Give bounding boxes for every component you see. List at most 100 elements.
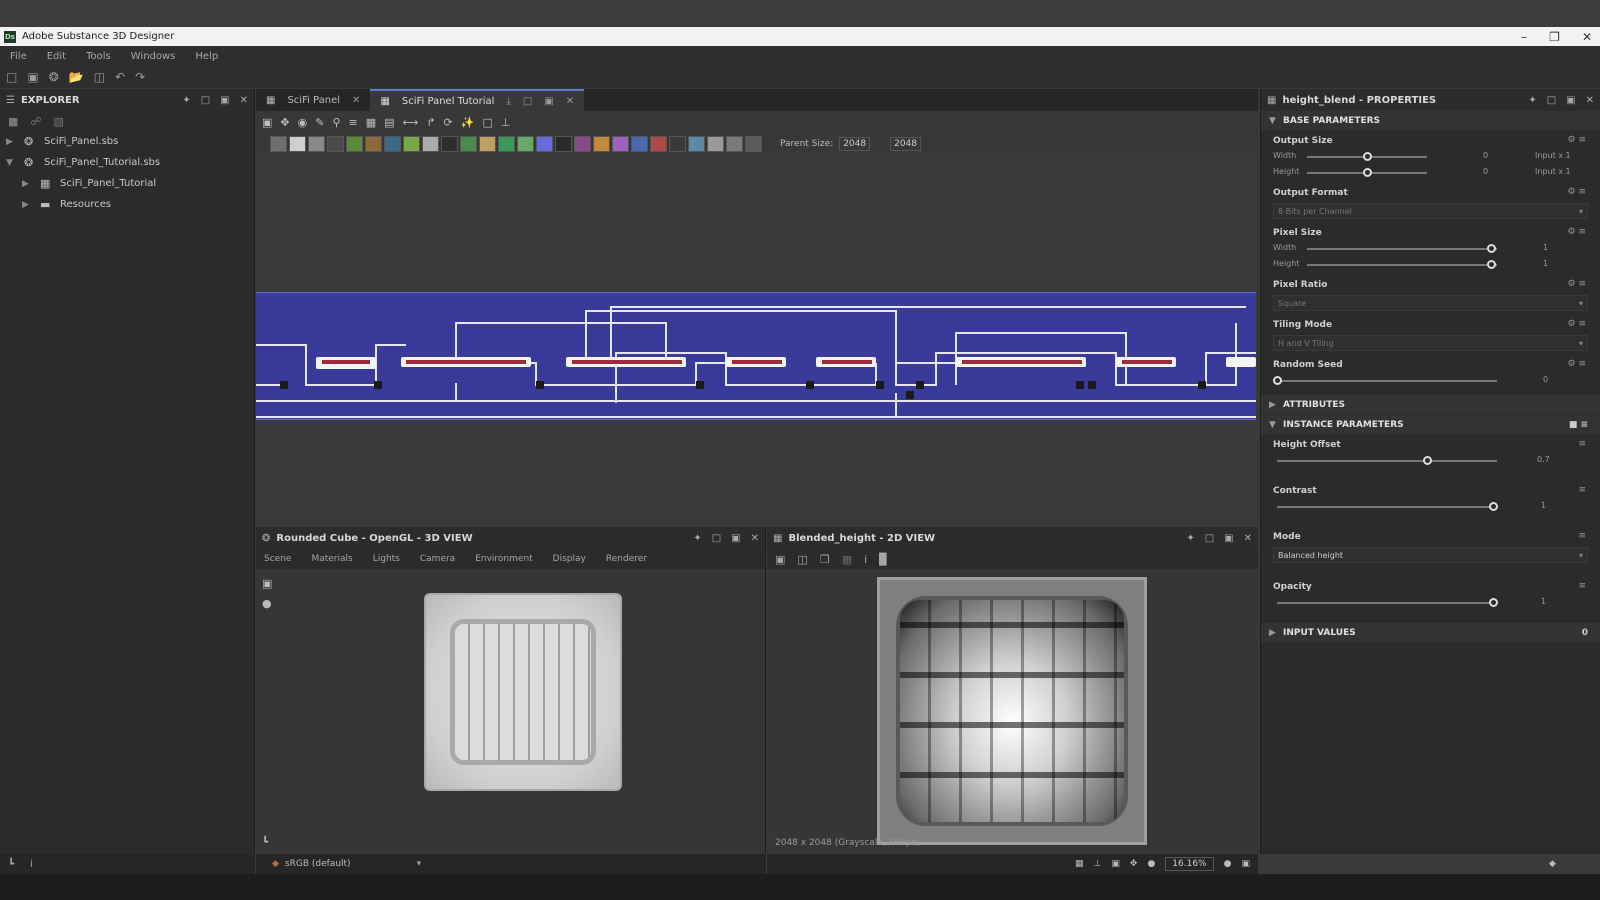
slider-value[interactable]: 0.7 [1537,455,1550,464]
slider-value[interactable]: 0 [1543,375,1548,384]
chevron-down-icon[interactable]: ▾ [417,859,422,869]
new-package-icon[interactable]: ▣ [27,70,38,84]
slider-track[interactable] [1277,506,1497,508]
node-filter-icon[interactable] [574,136,591,152]
tiling-mode-select[interactable]: H and V Tiling ▾ [1273,335,1588,351]
maximize-icon[interactable]: ▣ [220,95,229,106]
save-icon[interactable]: ◫ [94,70,105,84]
pin-icon[interactable]: ✦ [1528,95,1536,106]
menu-scene[interactable]: Scene [264,554,291,564]
maximize-icon[interactable]: ▣ [1566,95,1575,106]
close-panel-icon[interactable]: ✕ [751,533,759,544]
node-svg-icon[interactable] [669,136,686,152]
dot-icon[interactable]: ● [1147,859,1155,869]
menu-edit[interactable]: Edit [47,51,66,62]
node-bitmap-icon[interactable] [270,136,287,152]
slider-track[interactable] [1277,380,1497,382]
node-hsl-icon[interactable] [726,136,743,152]
slider-knob[interactable] [1489,502,1498,511]
float-icon[interactable]: □ [523,96,532,107]
node-shape-icon[interactable] [441,136,458,152]
slider-knob[interactable] [1363,168,1372,177]
float-icon[interactable]: □ [1547,95,1556,106]
node-output-icon[interactable] [745,136,762,152]
slider-value[interactable]: 1 [1543,243,1548,252]
random-seed-slider[interactable]: 0 [1273,373,1588,389]
slider-value[interactable]: 1 [1541,501,1546,510]
2d-viewport[interactable]: 2048 x 2048 (Grayscale, 16bpc) [767,569,1258,854]
node-gradient-icon[interactable] [365,136,382,152]
tree-item-resources[interactable]: ▶ ▬ Resources [0,194,254,215]
inherit-icon[interactable]: ⚙ ≡ [1568,359,1586,369]
menu-windows[interactable]: Windows [131,51,176,62]
tab-scifi-panel[interactable]: ▦ SciFi Panel ✕ [256,89,370,111]
graph-canvas[interactable] [256,156,1258,515]
info-icon[interactable]: i [864,553,867,566]
node-warp-icon[interactable] [403,136,420,152]
channel-icon[interactable]: ⊥ [1094,859,1102,869]
maximize-icon[interactable]: ▣ [544,96,553,107]
slider-track[interactable] [1307,248,1497,250]
node-text-icon[interactable] [612,136,629,152]
float-icon[interactable]: □ [712,533,721,544]
chevron-down-icon[interactable]: ▼ [6,158,18,168]
chevron-right-icon[interactable]: ▶ [1269,628,1283,638]
contrast-slider[interactable]: 1 [1273,499,1588,515]
substance-icon[interactable]: ❂ [49,70,59,84]
camera-icon[interactable]: ▣ [262,577,272,590]
slider-track[interactable] [1277,602,1497,604]
node-normal-icon[interactable] [384,136,401,152]
open-folder-icon[interactable]: 📂 [69,70,84,84]
close-tab-icon[interactable]: ✕ [566,96,574,107]
inherit-icon[interactable]: ⚙ ≡ [1568,135,1586,145]
maximize-icon[interactable]: ▣ [731,533,740,544]
grid-icon[interactable]: ▦ [1075,859,1084,869]
fit-icon[interactable]: ▣ [1111,859,1120,869]
close-panel-icon[interactable]: ✕ [240,95,248,106]
chevron-right-icon[interactable]: ▶ [22,200,34,210]
height-offset-slider[interactable]: 0.7 [1273,453,1588,469]
node-pixel-icon[interactable] [650,136,667,152]
inherit-icon[interactable]: ⚙ ≡ [1568,227,1586,237]
menu-renderer[interactable]: Renderer [606,554,647,564]
chevron-right-icon[interactable]: ▶ [1269,400,1283,410]
close-panel-icon[interactable]: ✕ [1244,533,1252,544]
chevron-down-icon[interactable]: ▼ [1269,116,1283,126]
inherit-icon[interactable]: ⚙ ≡ [1568,187,1586,197]
minimize-icon[interactable]: – [1521,30,1527,44]
node-fx-icon[interactable] [631,136,648,152]
menu-camera[interactable]: Camera [420,554,455,564]
layers-icon[interactable]: ◆ [1549,859,1556,869]
redo-icon[interactable]: ↷ [135,70,145,84]
comment-icon[interactable]: □ [482,116,492,129]
new-graph-icon[interactable]: □ [6,70,17,84]
lock-icon[interactable]: ▣ [1241,859,1250,869]
chevron-down-icon[interactable]: ▾ [1579,299,1583,308]
node-curve-icon[interactable] [346,136,363,152]
menu-icon[interactable]: ≡ [1578,581,1586,591]
float-icon[interactable]: □ [201,95,210,106]
menu-icon[interactable]: ≡ [1578,439,1586,449]
pin-icon[interactable]: ⤓ [506,96,510,107]
tab-scifi-panel-tutorial[interactable]: ▦ SciFi Panel Tutorial ⤓ □ ▣ ✕ [370,89,585,111]
duplicate-icon[interactable]: ❐ [820,553,830,566]
filter-icon[interactable]: ▧ [54,115,64,128]
pin-icon[interactable]: ✦ [1186,533,1194,544]
node-color-icon[interactable] [593,136,610,152]
menu-file[interactable]: File [10,51,27,62]
menu-icon[interactable]: ≡ [1578,531,1586,541]
new-item-icon[interactable]: ■ [8,115,18,128]
info-icon[interactable]: i [30,859,33,870]
pixel-height-slider[interactable]: Height 1 [1273,257,1588,273]
close-icon[interactable]: ✕ [1582,30,1592,44]
zoom-field[interactable]: 16.16% [1165,857,1214,871]
chevron-down-icon[interactable]: ▾ [1579,551,1583,560]
3d-viewport[interactable]: ▣ ● ┗ [256,569,765,854]
second-size-select[interactable]: 2048 [890,137,921,151]
menu-help[interactable]: Help [195,51,218,62]
layout-icon[interactable]: ▤ [384,116,394,129]
pin-icon[interactable]: ✦ [182,95,190,106]
grid-icon[interactable]: ▦ [366,116,376,129]
tree-item-scifi-panel-sbs[interactable]: ▶ ❂ SciFi_Panel.sbs [0,131,254,152]
hierarchy-icon[interactable]: ┗ [8,859,14,870]
